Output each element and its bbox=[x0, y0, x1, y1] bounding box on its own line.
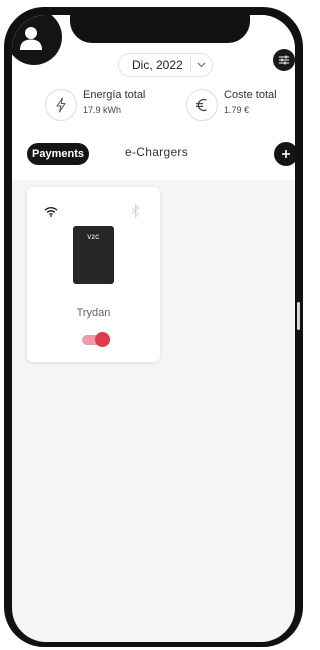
charger-card[interactable]: V2C Trydan bbox=[27, 187, 160, 362]
user-icon bbox=[20, 27, 42, 50]
wifi-icon bbox=[44, 207, 58, 217]
filter-button[interactable] bbox=[273, 49, 295, 71]
app-screen: Dic, 2022 Energía total 17.9 kWh Coste t… bbox=[12, 15, 295, 642]
euro-icon bbox=[196, 98, 207, 112]
add-charger-button[interactable] bbox=[274, 142, 295, 166]
cost-label: Coste total bbox=[224, 89, 277, 101]
phone-notch bbox=[70, 15, 250, 43]
bluetooth-icon bbox=[131, 204, 140, 218]
charger-device-image: V2C bbox=[73, 226, 114, 284]
cost-value: 1.79 € bbox=[224, 105, 250, 115]
cost-stat: Coste total 1.79 € bbox=[186, 89, 291, 123]
sliders-icon bbox=[279, 55, 289, 65]
energy-value: 17.9 kWh bbox=[83, 105, 122, 115]
tab-payments[interactable]: Payments bbox=[27, 143, 89, 165]
charger-enable-toggle[interactable] bbox=[82, 332, 110, 348]
plus-icon bbox=[282, 150, 290, 158]
date-label: Dic, 2022 bbox=[132, 58, 183, 72]
energy-label: Energía total bbox=[83, 89, 146, 101]
profile-button[interactable] bbox=[12, 15, 62, 65]
energy-stat: Energía total 17.9 kWh bbox=[45, 89, 165, 123]
energy-icon-circle bbox=[45, 89, 77, 121]
chevron-down-icon[interactable] bbox=[191, 62, 211, 68]
cost-icon-circle bbox=[186, 89, 218, 121]
charger-name: Trydan bbox=[76, 307, 111, 319]
device-logo: V2C bbox=[87, 235, 100, 241]
header-section: Dic, 2022 Energía total 17.9 kWh Coste t… bbox=[12, 15, 295, 180]
date-selector[interactable]: Dic, 2022 bbox=[118, 53, 213, 77]
scrollbar[interactable] bbox=[297, 302, 300, 330]
phone-frame: Dic, 2022 Energía total 17.9 kWh Coste t… bbox=[4, 7, 303, 647]
tab-e-chargers[interactable]: e-Chargers bbox=[125, 145, 188, 159]
toggle-knob bbox=[95, 332, 110, 347]
lightning-bolt-icon bbox=[56, 97, 66, 113]
